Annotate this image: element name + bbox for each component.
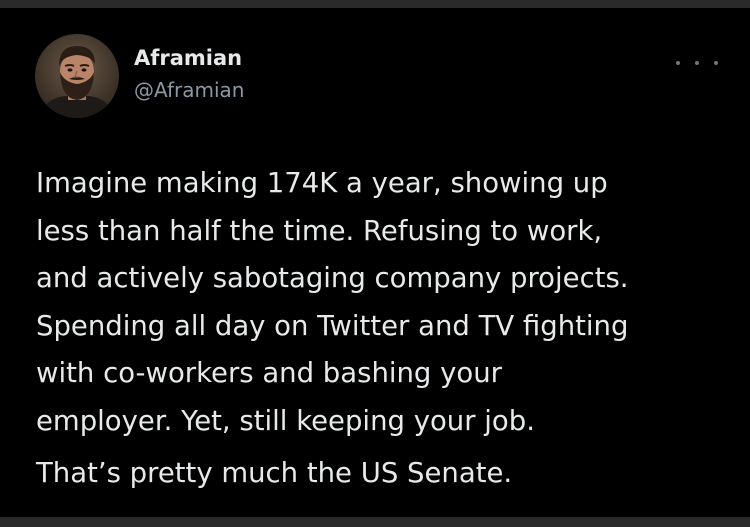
tweet-card: Aframian @Aframian Imagine making 174K a…	[0, 8, 750, 517]
avatar[interactable]	[35, 34, 119, 118]
more-dot	[676, 61, 680, 65]
tweet-text: Imagine making 174K a year, showing up l…	[36, 160, 726, 498]
author-display-name[interactable]: Aframian	[134, 45, 242, 71]
tweet-line: employer. Yet, still keeping your job.	[36, 404, 535, 437]
more-dot	[695, 61, 699, 65]
author-handle[interactable]: @Aframian	[134, 77, 244, 103]
tweet-line: Imagine making 174K a year, showing up	[36, 167, 608, 199]
tweet-line: and actively sabotaging company projects…	[36, 262, 629, 294]
tweet-closing-line: That’s pretty much the US Senate.	[36, 457, 513, 489]
bearded-man-avatar-icon	[35, 34, 119, 118]
more-dot	[714, 61, 718, 65]
more-dots-icon[interactable]	[676, 54, 718, 72]
tweet-line: less than half the time. Refusing to wor…	[36, 214, 603, 247]
tweet-line: with co-workers and bashing your	[36, 357, 502, 389]
tweet-line: Spending all day on Twitter and TV fight…	[36, 309, 629, 342]
